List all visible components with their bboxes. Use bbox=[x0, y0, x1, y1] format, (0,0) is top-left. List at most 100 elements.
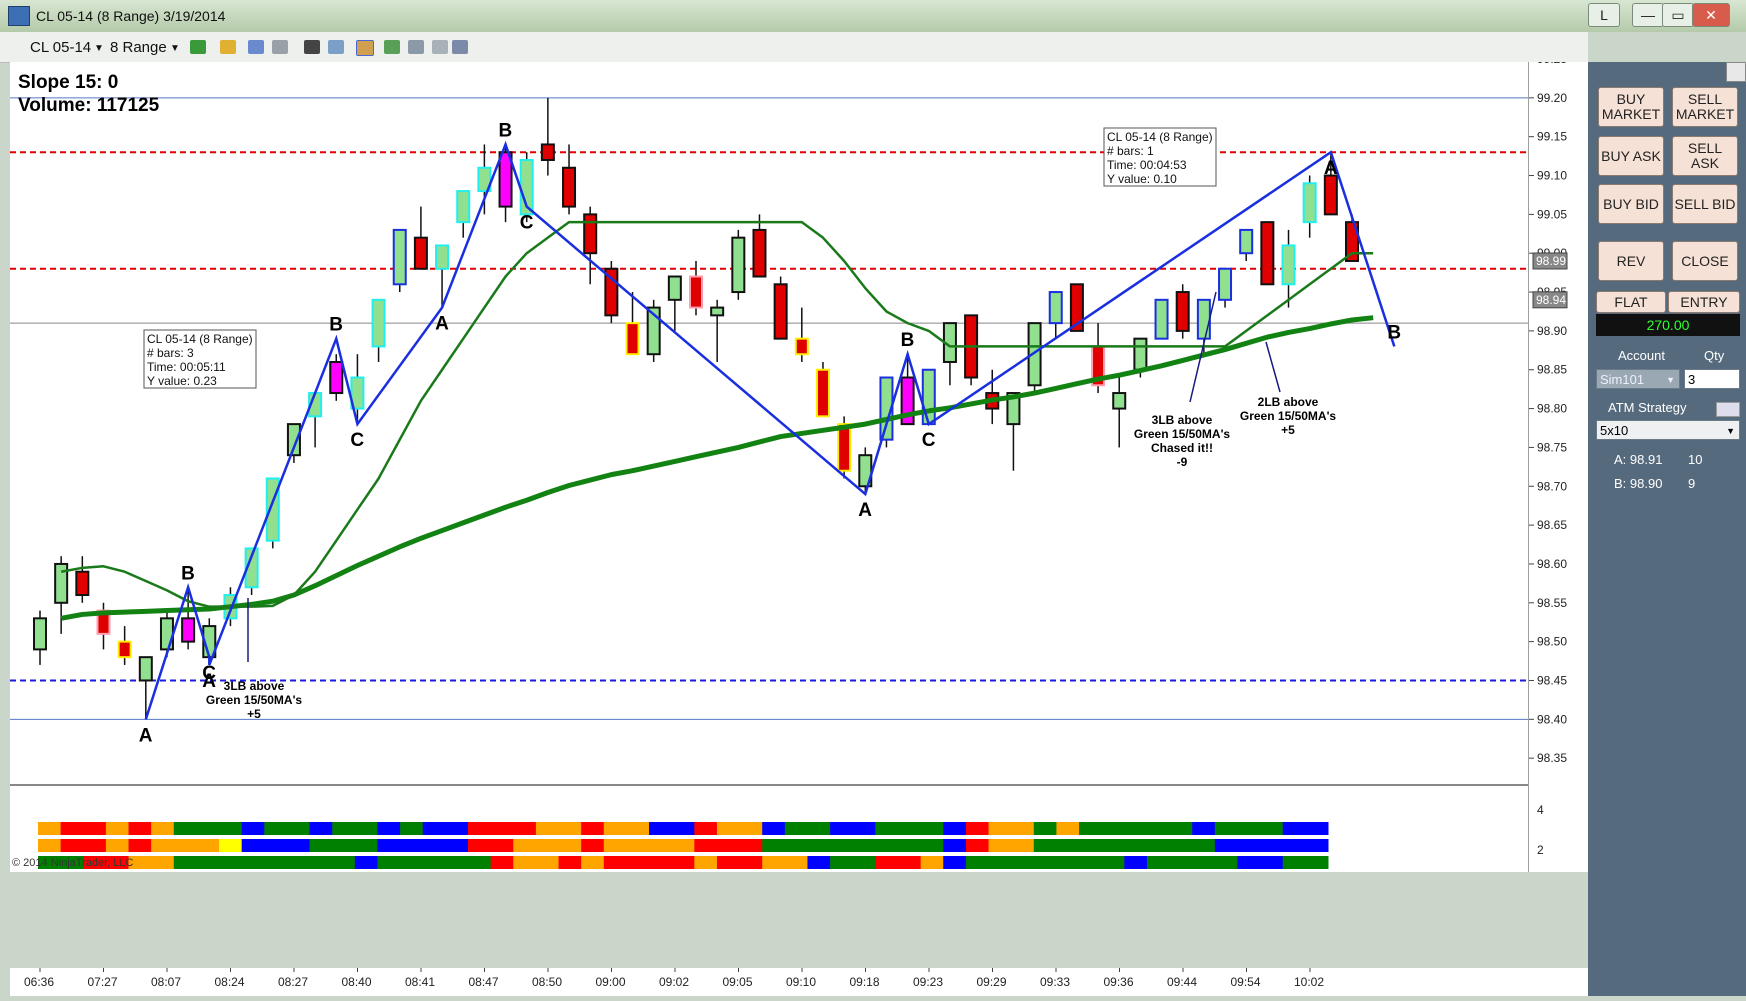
candle-body bbox=[371, 298, 386, 348]
momentum-cell bbox=[83, 822, 107, 835]
instrument-selector[interactable]: CL 05-14 bbox=[30, 39, 91, 56]
momentum-cell bbox=[1011, 839, 1035, 852]
momentum-cell bbox=[151, 839, 175, 852]
momentum-cell bbox=[422, 856, 446, 869]
momentum-cell bbox=[1101, 839, 1125, 852]
snapshot-icon[interactable] bbox=[452, 40, 468, 54]
trade-annotation-text: 2LB above bbox=[1258, 395, 1319, 409]
candle-body bbox=[710, 306, 725, 317]
close-window-button[interactable]: ✕ bbox=[1692, 3, 1730, 27]
scroll-up-arrow-icon[interactable] bbox=[1726, 62, 1746, 82]
quantity-stepper[interactable]: 3 bbox=[1684, 369, 1740, 389]
price-tick-label: 98.45 bbox=[1537, 673, 1567, 687]
price-tick-label: 98.35 bbox=[1537, 751, 1567, 765]
momentum-cell bbox=[581, 856, 605, 869]
buy-ask-button[interactable]: BUY ASK bbox=[1598, 136, 1664, 176]
price-tick-label: 98.90 bbox=[1537, 324, 1567, 338]
momentum-cell bbox=[1169, 856, 1193, 869]
momentum-cell bbox=[332, 839, 356, 852]
momentum-cell bbox=[1260, 839, 1284, 852]
flat-button[interactable]: FLAT bbox=[1596, 291, 1666, 313]
candle-body bbox=[837, 423, 852, 472]
atm-settings-icon[interactable] bbox=[1716, 402, 1740, 417]
momentum-cell bbox=[535, 822, 560, 835]
momentum-cell bbox=[1282, 822, 1306, 835]
momentum-cell bbox=[1192, 822, 1216, 835]
bar-type-icon[interactable] bbox=[190, 40, 206, 54]
time-axis[interactable]: 06:36 07:27 08:07 08:24 08:27 08:40 08:41 08:47… bbox=[10, 968, 1588, 996]
momentum-cell bbox=[1056, 839, 1080, 852]
time-tick-label: 09:36 bbox=[1104, 975, 1134, 989]
data-box-icon[interactable] bbox=[432, 40, 448, 54]
time-tick-label: 08:40 bbox=[342, 975, 372, 989]
time-tick-label: 09:00 bbox=[596, 975, 626, 989]
entry-button[interactable]: ENTRY bbox=[1668, 291, 1740, 313]
atm-strategy-select[interactable]: 5x10 ▼ bbox=[1596, 420, 1740, 440]
crosshair-icon[interactable] bbox=[304, 40, 320, 54]
price-axis[interactable]: 99.2599.2099.1599.1099.0599.0098.9598.90… bbox=[1528, 52, 1589, 872]
zigzag-point-label: B bbox=[1387, 322, 1401, 343]
candlestick-chart[interactable]: ABCABCABCABCABCL 05-14 (8 Range)# bars: … bbox=[10, 62, 1528, 872]
zigzag-point-label: C bbox=[922, 430, 936, 451]
chevron-down-icon[interactable]: ▼ bbox=[1666, 370, 1675, 390]
sell-market-button[interactable]: SELL MARKET bbox=[1672, 87, 1738, 127]
zoom-icon[interactable] bbox=[248, 40, 264, 54]
momentum-cell bbox=[445, 822, 469, 835]
momentum-cell bbox=[196, 822, 220, 835]
minimize-button[interactable]: — bbox=[1632, 3, 1664, 27]
reverse-button[interactable]: REV bbox=[1598, 241, 1664, 281]
time-tick-label: 09:18 bbox=[850, 975, 880, 989]
momentum-cell bbox=[241, 822, 265, 835]
title-bar: CL 05-14 (8 Range) 3/19/2014 L — ▭ ✕ bbox=[0, 0, 1746, 32]
price-marker-label: 98.99 bbox=[1536, 254, 1566, 268]
trade-annotation-text: Green 15/50MA's bbox=[1240, 409, 1337, 423]
price-tick-label: 98.75 bbox=[1537, 440, 1567, 454]
window-title: CL 05-14 (8 Range) 3/19/2014 bbox=[36, 8, 226, 24]
link-button[interactable]: L bbox=[1588, 3, 1620, 27]
momentum-cell bbox=[784, 856, 808, 869]
momentum-cell bbox=[490, 839, 514, 852]
drawing-tool-icon[interactable] bbox=[220, 40, 236, 54]
chevron-down-icon[interactable]: ▼ bbox=[94, 43, 104, 54]
momentum-cell bbox=[1192, 856, 1216, 869]
momentum-cell bbox=[128, 822, 152, 835]
measure-info-line: # bars: 3 bbox=[147, 346, 194, 360]
buy-market-button[interactable]: BUY MARKET bbox=[1598, 87, 1664, 127]
sell-ask-button[interactable]: SELL ASK bbox=[1672, 136, 1738, 176]
momentum-cell bbox=[920, 856, 944, 869]
momentum-cell bbox=[830, 856, 854, 869]
candle-body bbox=[138, 656, 153, 682]
momentum-cell bbox=[105, 839, 130, 852]
momentum-cell bbox=[988, 822, 1012, 835]
indicators-icon[interactable] bbox=[356, 40, 374, 56]
chart-trader-icon[interactable] bbox=[408, 40, 424, 54]
period-selector[interactable]: 8 Range bbox=[110, 39, 167, 56]
momentum-cell bbox=[671, 856, 695, 869]
buy-bid-button[interactable]: BUY BID bbox=[1598, 184, 1664, 224]
momentum-cell bbox=[581, 822, 605, 835]
momentum-cell bbox=[558, 839, 582, 852]
momentum-cell bbox=[1237, 856, 1261, 869]
time-tick-label: 09:05 bbox=[723, 975, 753, 989]
momentum-cell bbox=[1282, 856, 1306, 869]
momentum-cell bbox=[1237, 822, 1261, 835]
price-tick-label: 98.55 bbox=[1537, 596, 1567, 610]
properties-icon[interactable] bbox=[328, 40, 344, 54]
momentum-cell bbox=[965, 839, 990, 852]
chevron-down-icon[interactable]: ▼ bbox=[170, 43, 180, 54]
chart-toolbar: CL 05-14 ▼ 8 Range ▼ bbox=[0, 32, 1588, 63]
account-select[interactable]: Sim101 ▼ bbox=[1596, 369, 1680, 389]
momentum-cell bbox=[1124, 839, 1148, 852]
momentum-cell bbox=[875, 856, 899, 869]
strategies-icon[interactable] bbox=[384, 40, 400, 54]
maximize-button[interactable]: ▭ bbox=[1662, 3, 1694, 27]
measure-info-line: Time: 00:05:11 bbox=[147, 360, 226, 374]
close-position-button[interactable]: CLOSE bbox=[1672, 241, 1738, 281]
sell-bid-button[interactable]: SELL BID bbox=[1672, 184, 1738, 224]
pointer-icon[interactable] bbox=[272, 40, 288, 54]
chevron-down-icon[interactable]: ▼ bbox=[1726, 421, 1735, 441]
momentum-cell bbox=[898, 839, 922, 852]
price-chart[interactable]: A B C A B C A B C A B C A B CL 05-14 (8 Range) # bars: … bbox=[10, 62, 1528, 872]
time-tick-label: 06:36 bbox=[24, 975, 54, 989]
zigzag-point-label: A bbox=[202, 671, 216, 692]
